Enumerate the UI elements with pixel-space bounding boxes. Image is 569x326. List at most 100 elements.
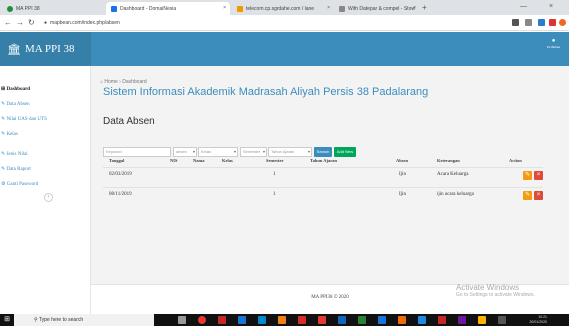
column-header: Kelas: [222, 158, 233, 163]
sidebar-item-jenis-nilai[interactable]: ✎ Jenis Nilai: [0, 150, 91, 160]
breadcrumb-home[interactable]: Home: [104, 79, 117, 85]
app-icon[interactable]: [238, 316, 246, 324]
tahun-select-value: Tahun Ajaran: [271, 149, 295, 154]
browser-tab-label: Dashboard - DomaiNesia: [120, 5, 177, 12]
page-favicon-icon: [339, 5, 345, 12]
url-field[interactable]: ● mapbean.com/index.php/absen: [44, 18, 504, 28]
app-icon[interactable]: [478, 316, 486, 324]
watermark-title: Activate Windows: [456, 283, 520, 292]
column-header: Tanggal: [109, 158, 125, 163]
window-close-button[interactable]: ×: [549, 0, 553, 14]
app-icon[interactable]: [378, 316, 386, 324]
task-view-icon[interactable]: [178, 316, 186, 324]
absen-select-value: absen: [176, 149, 187, 154]
delete-button[interactable]: ×: [534, 191, 543, 200]
sidebar: ⊞ Dashboard ✎ Data Absen ✎ Nilai UAS dan…: [0, 66, 91, 314]
extension-icon[interactable]: [538, 19, 545, 26]
app-icon[interactable]: [458, 316, 466, 324]
semester-select[interactable]: Semester ▾: [240, 147, 267, 157]
close-tab-icon[interactable]: ×: [223, 5, 226, 11]
app-icon[interactable]: [278, 316, 286, 324]
sidebar-item-data-raport[interactable]: ✎ Data Raport: [0, 165, 91, 175]
taskbar-search-label: Type here to search: [38, 317, 84, 323]
app-icon[interactable]: [218, 316, 226, 324]
back-arrow-icon[interactable]: ←: [4, 17, 12, 28]
sidebar-item-label: Dashboard: [6, 87, 31, 92]
cell-keterangan: ijin acara keluarga: [437, 192, 474, 197]
minimize-button[interactable]: —: [520, 0, 527, 14]
sidebar-item-dashboard[interactable]: ⊞ Dashboard: [0, 85, 91, 95]
browser-tab[interactable]: With Datepar & compel - Stow ×: [334, 2, 420, 15]
keyword-input[interactable]: Keyword: [103, 147, 171, 157]
extension-icon[interactable]: [549, 19, 556, 26]
column-header: Action: [509, 158, 522, 163]
dashboard-icon: ⊞: [1, 87, 6, 92]
sidebar-item-nilai-uas-uts[interactable]: ✎ Nilai UAS dan UTS: [0, 115, 91, 125]
browser-tab-label: MA PPI 38: [16, 5, 40, 12]
cell-keterangan: Acara Keluarga: [437, 172, 469, 177]
column-header: Tahun Ajaran: [310, 158, 337, 163]
app-icon[interactable]: [438, 316, 446, 324]
star-icon[interactable]: [525, 19, 532, 26]
taskbar-search-box[interactable]: ⚲ Type here to search: [14, 314, 154, 326]
browser-tab-label: With Datepar & compel - Stow: [348, 5, 415, 12]
app-icon[interactable]: [398, 316, 406, 324]
edit-button[interactable]: ✎: [523, 171, 532, 180]
column-header: Keterangan: [437, 158, 460, 163]
app-icon[interactable]: [358, 316, 366, 324]
new-tab-button[interactable]: +: [422, 2, 427, 13]
activation-watermark: Activate Windows Go to Settings to activ…: [456, 283, 535, 298]
app-icon[interactable]: [298, 316, 306, 324]
app-icon[interactable]: [318, 316, 326, 324]
close-tab-icon[interactable]: ×: [327, 5, 330, 11]
settings-icon: ⚙: [1, 182, 6, 187]
clock-date: 20/01/2020: [529, 320, 547, 324]
school-favicon-icon: [7, 5, 13, 12]
tray-icon[interactable]: [498, 316, 506, 324]
cell-semester: 1: [273, 192, 276, 197]
profile-avatar-icon[interactable]: [559, 19, 566, 26]
app-icon[interactable]: [258, 316, 266, 324]
sidebar-item-data-absen[interactable]: ✎ Data Absen: [0, 100, 91, 110]
browser-tab[interactable]: telecom.cp.sgrdahe.com / lane ×: [232, 2, 334, 15]
add-new-button[interactable]: Add New: [334, 147, 356, 157]
forward-arrow-icon[interactable]: →: [16, 17, 24, 28]
edit-icon: ✎: [1, 132, 6, 137]
institution-icon: 🏛: [7, 43, 21, 56]
cell-absen: Ijin: [399, 172, 406, 177]
cell-semester: 1: [273, 172, 276, 177]
tahun-ajaran-select[interactable]: Tahun Ajaran ▾: [268, 147, 312, 157]
chrome-icon[interactable]: [198, 316, 206, 324]
page-title: Sistem Informasi Akademik Madrasah Aliya…: [103, 86, 429, 98]
chevron-down-icon: ▾: [233, 149, 236, 154]
app-icon[interactable]: [338, 316, 346, 324]
sidebar-item-label: Jenis Nilai: [6, 152, 28, 157]
browser-tab-active[interactable]: Dashboard - DomaiNesia ×: [106, 2, 230, 15]
sidebar-item-label: Ganti Password: [6, 182, 39, 187]
sidebar-item-kelas[interactable]: ✎ Kelas: [0, 130, 91, 140]
reload-icon[interactable]: ↻: [28, 17, 35, 28]
column-header: Absen: [396, 158, 409, 163]
taskbar: ⊞ ⚲ Type here to search 10:21 20/01/2020: [0, 314, 569, 326]
delete-button[interactable]: ×: [534, 171, 543, 180]
app-brand[interactable]: 🏛 MA PPI 38: [0, 32, 91, 66]
close-tab-icon[interactable]: ×: [413, 5, 416, 11]
sidebar-item-label: Data Absen: [6, 102, 30, 107]
kelas-select[interactable]: Kelas ▾: [198, 147, 238, 157]
app-icon[interactable]: [418, 316, 426, 324]
breadcrumb-current: Dashboard: [122, 79, 147, 85]
taskbar-clock[interactable]: 10:21 20/01/2020: [529, 315, 547, 325]
user-menu[interactable]: ● Pe Bebas: [546, 38, 561, 53]
kelas-select-value: Kelas: [201, 149, 212, 154]
sidebar-toggle-button[interactable]: ‹: [44, 193, 53, 202]
edit-icon: ✎: [1, 102, 6, 107]
absen-select[interactable]: absen ▾: [173, 147, 197, 157]
edit-button[interactable]: ✎: [523, 191, 532, 200]
edit-icon: ✎: [1, 152, 6, 157]
sidebar-item-ganti-password[interactable]: ⚙ Ganti Password: [0, 180, 91, 190]
translate-icon[interactable]: [512, 19, 519, 26]
windows-start-icon[interactable]: ⊞: [0, 314, 14, 326]
browser-tab[interactable]: MA PPI 38: [2, 2, 92, 15]
search-button[interactable]: Search: [314, 147, 332, 157]
cell-absen: Ijin: [399, 192, 406, 197]
